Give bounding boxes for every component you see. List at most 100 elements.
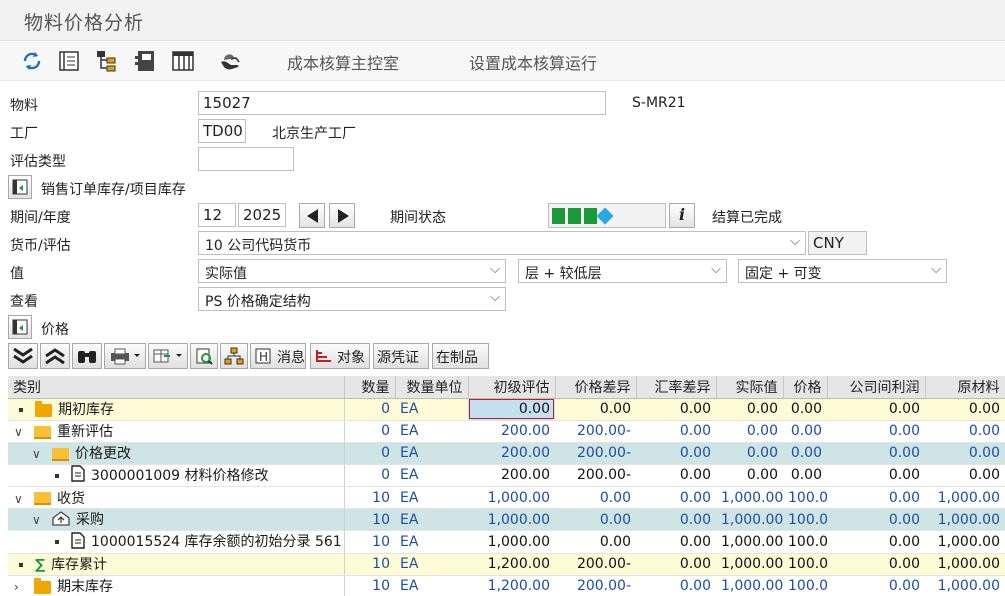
cell-icprofit[interactable]: 0.00 — [827, 553, 925, 576]
category-cell[interactable]: ∑ 库存累计 — [8, 553, 345, 576]
category-cell[interactable]: 1000015524 库存余额的初始分录 561 — [8, 530, 345, 554]
plant-input[interactable]: TD00 — [198, 119, 246, 143]
cell-xdiff[interactable]: 0.00 — [636, 442, 716, 465]
chevron-right-icon[interactable]: › — [14, 580, 28, 594]
cell-price[interactable]: 100.00 — [783, 553, 827, 576]
cell-prim[interactable]: 1,200.00 — [468, 553, 555, 576]
cell-actual[interactable]: 1,000.00 — [716, 553, 783, 576]
value-select[interactable]: 实际值 ⌵ — [198, 259, 506, 283]
cell-raw[interactable]: 0.00 — [925, 464, 1005, 487]
cell-icprofit[interactable]: 0.00 — [827, 464, 925, 487]
previous-period-button[interactable] — [299, 203, 325, 228]
cell-raw[interactable]: 1,000.00 — [925, 508, 1005, 531]
cell-prim[interactable]: 1,000.00 — [468, 508, 555, 531]
save-icon[interactable] — [133, 49, 157, 73]
cell-price[interactable]: 0.00 — [783, 398, 827, 421]
chevron-down-icon[interactable]: ∨ — [32, 513, 46, 527]
fixed-variable-select[interactable]: 固定 + 可变 ⌵ — [738, 259, 947, 283]
cell-pdiff[interactable]: 200.00- — [555, 442, 636, 465]
col-header[interactable]: 原材料 — [925, 376, 1005, 399]
table-row[interactable]: ∨采购10EA1,000.000.000.001,000.00100.000.0… — [8, 508, 1005, 531]
table-row[interactable]: 期初库存 0 EA 0.00 0.00 0.00 0.00 0.00 0.00 0.00 — [8, 398, 1005, 421]
category-cell[interactable]: ∨ 价格更改 — [8, 442, 345, 465]
col-header[interactable]: 汇率差异 — [636, 376, 717, 399]
cell-price[interactable]: 0.00 — [783, 442, 827, 465]
col-header[interactable]: 数量 — [344, 376, 396, 399]
cell-price[interactable]: 100.00 — [783, 575, 827, 596]
cell-qty[interactable]: 0 — [344, 442, 395, 465]
cell-pdiff[interactable]: 0.00 — [555, 486, 636, 509]
cell-prim[interactable]: 200.00 — [468, 420, 555, 443]
cell-unit[interactable]: EA — [395, 398, 468, 421]
cell-qty[interactable]: 10 — [344, 508, 395, 531]
col-header[interactable]: 公司间利润 — [827, 376, 926, 399]
cell-icprofit[interactable]: 0.00 — [827, 398, 925, 421]
col-header[interactable]: 实际值 — [716, 376, 784, 399]
cell-pdiff[interactable]: 200.00- — [555, 553, 636, 576]
cell-price[interactable]: 100.00 — [783, 530, 827, 554]
view-select[interactable]: PS 价格确定结构 ⌵ — [198, 287, 506, 311]
cell-prim[interactable]: 1,200.00 — [468, 575, 555, 596]
category-cell[interactable]: ∨ 重新评估 — [8, 420, 345, 443]
table-icon[interactable] — [171, 49, 195, 73]
document-icon[interactable] — [57, 49, 81, 73]
cell-actual[interactable]: 0.00 — [716, 398, 783, 421]
print-icon[interactable] — [104, 343, 146, 369]
expand-section-icon[interactable] — [8, 175, 32, 199]
cell-actual[interactable]: 0.00 — [716, 420, 783, 443]
cell-unit[interactable]: EA — [395, 575, 468, 596]
chevron-down-icon[interactable]: ∨ — [14, 425, 28, 439]
valuation-type-input[interactable] — [198, 147, 294, 171]
chevron-down-icon[interactable]: ∨ — [32, 447, 46, 461]
cell-prim[interactable]: 200.00 — [468, 464, 555, 487]
cell-icprofit[interactable]: 0.00 — [827, 508, 925, 531]
currency-valuation-select[interactable]: 10 公司代码货币 ⌵ — [198, 231, 806, 255]
cell-price[interactable]: 100.00 — [783, 508, 827, 531]
col-header[interactable]: 初级评估 — [468, 376, 556, 399]
cell-icprofit[interactable]: 0.00 — [827, 486, 925, 509]
messages-button[interactable]: H 消息 — [250, 343, 306, 369]
source-document-button[interactable]: 源凭证 — [373, 343, 429, 369]
material-input[interactable]: 15027 — [198, 91, 606, 115]
cell-xdiff[interactable]: 0.00 — [636, 398, 716, 421]
cell-qty[interactable]: 0 — [344, 420, 395, 443]
cell-qty[interactable]: 10 — [344, 530, 395, 554]
cell-price[interactable]: 0.00 — [783, 464, 827, 487]
cell-icprofit[interactable]: 0.00 — [827, 442, 925, 465]
cell-xdiff[interactable]: 0.00 — [636, 420, 716, 443]
expand-price-section-icon[interactable] — [8, 315, 32, 339]
analysis-icon[interactable] — [190, 343, 218, 369]
cell-unit[interactable]: EA — [395, 420, 468, 443]
cell-xdiff[interactable]: 0.00 — [636, 575, 716, 596]
cell-unit[interactable]: EA — [395, 442, 468, 465]
cell-qty[interactable]: 10 — [344, 553, 395, 576]
cell-raw[interactable]: 0.00 — [925, 398, 1005, 421]
cell-xdiff[interactable]: 0.00 — [636, 553, 716, 576]
col-header[interactable]: 价格差异 — [555, 376, 637, 399]
cell-price[interactable]: 0.00 — [783, 420, 827, 443]
year-input[interactable]: 2025 — [238, 203, 286, 227]
cell-pdiff[interactable]: 0.00 — [555, 508, 636, 531]
cell-actual[interactable]: 1,000.00 — [716, 508, 783, 531]
cell-icprofit[interactable]: 0.00 — [827, 420, 925, 443]
cell-unit[interactable]: EA — [395, 486, 468, 509]
find-icon[interactable] — [72, 343, 102, 369]
object-button[interactable]: 对象 — [310, 343, 370, 369]
cell-qty[interactable]: 10 — [344, 486, 395, 509]
cell-prim[interactable]: 200.00 — [468, 442, 555, 465]
cell-pdiff[interactable]: 200.00- — [555, 575, 636, 596]
chevron-down-icon[interactable]: ∨ — [14, 492, 28, 506]
table-row[interactable]: ∑ 库存累计 10 EA 1,200.00 200.00- 0.00 1,000.00 100.… — [8, 553, 1005, 576]
wip-button[interactable]: 在制品 — [432, 343, 489, 369]
cell-raw[interactable]: 0.00 — [925, 420, 1005, 443]
cell-unit[interactable]: EA — [395, 530, 468, 554]
table-row[interactable]: 3000001009 材料价格修改 0 EA 200.00 200.00- 0.00 0.0… — [8, 464, 1005, 487]
cell-prim[interactable]: 1,000.00 — [468, 530, 555, 554]
cell-raw[interactable]: 1,000.00 — [925, 553, 1005, 576]
category-cell[interactable]: 期初库存 — [8, 398, 345, 421]
cell-unit[interactable]: EA — [395, 553, 468, 576]
cell-pdiff[interactable]: 0.00 — [555, 398, 636, 421]
cell-pdiff[interactable]: 0.00 — [555, 530, 636, 554]
col-header[interactable]: 数量单位 — [395, 376, 469, 399]
cell-pdiff[interactable]: 200.00- — [555, 464, 636, 487]
